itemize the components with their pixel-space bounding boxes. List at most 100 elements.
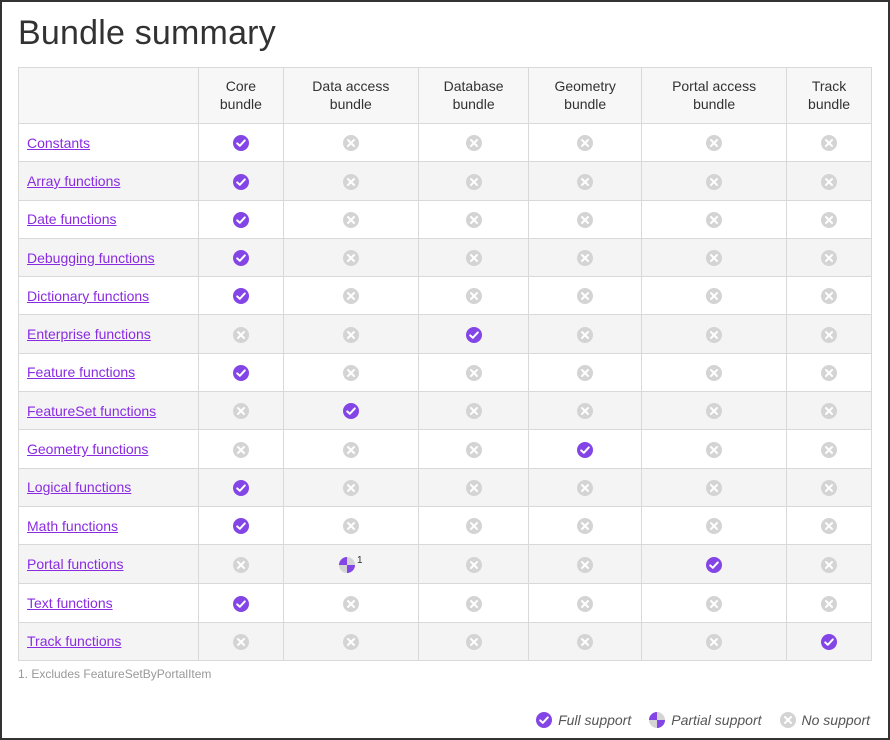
support-cell — [418, 392, 528, 430]
no-support-icon — [343, 596, 359, 612]
table-row: Date functions — [19, 200, 872, 238]
row-link[interactable]: Debugging functions — [27, 250, 155, 266]
support-cell — [642, 162, 787, 200]
no-support-icon — [706, 365, 722, 381]
table-row: FeatureSet functions — [19, 392, 872, 430]
support-cell — [642, 238, 787, 276]
support-cell — [642, 506, 787, 544]
row-link[interactable]: Text functions — [27, 595, 113, 611]
row-link[interactable]: Constants — [27, 135, 90, 151]
row-link[interactable]: Feature functions — [27, 364, 135, 380]
support-cell — [642, 315, 787, 353]
no-support-icon — [466, 442, 482, 458]
support-cell — [642, 277, 787, 315]
no-support-icon — [577, 365, 593, 381]
row-link[interactable]: Geometry functions — [27, 441, 148, 457]
no-support-icon — [233, 403, 249, 419]
table-row: Text functions — [19, 584, 872, 622]
row-link[interactable]: Date functions — [27, 211, 117, 227]
no-support-icon — [233, 327, 249, 343]
row-link[interactable]: Logical functions — [27, 479, 131, 495]
support-cell — [199, 545, 284, 584]
no-support-icon — [821, 212, 837, 228]
no-support-icon — [821, 250, 837, 266]
page-title: Bundle summary — [18, 14, 872, 53]
support-cell — [642, 200, 787, 238]
no-support-icon — [821, 403, 837, 419]
no-support-icon — [343, 135, 359, 151]
row-link[interactable]: Math functions — [27, 518, 118, 534]
no-support-icon — [577, 557, 593, 573]
no-support-icon — [577, 596, 593, 612]
column-header: Portal accessbundle — [642, 68, 787, 124]
support-cell — [283, 353, 418, 391]
support-cell — [529, 315, 642, 353]
support-cell — [418, 124, 528, 162]
support-cell — [529, 584, 642, 622]
no-support-icon — [706, 135, 722, 151]
legend-none: No support — [780, 712, 870, 728]
no-support-icon — [706, 288, 722, 304]
no-support-icon — [343, 480, 359, 496]
row-link[interactable]: Track functions — [27, 633, 121, 649]
legend-full-label: Full support — [558, 712, 631, 728]
legend-full: Full support — [536, 712, 631, 728]
support-cell — [283, 622, 418, 660]
support-cell — [199, 584, 284, 622]
support-cell — [642, 584, 787, 622]
table-corner — [19, 68, 199, 124]
row-link[interactable]: FeatureSet functions — [27, 403, 156, 419]
table-row: Geometry functions — [19, 430, 872, 468]
support-cell — [787, 545, 872, 584]
legend-partial: Partial support — [649, 712, 761, 728]
support-cell — [529, 430, 642, 468]
support-cell — [418, 200, 528, 238]
support-cell — [199, 506, 284, 544]
full-support-icon — [536, 712, 552, 728]
no-support-icon — [343, 518, 359, 534]
partial-support-icon — [649, 712, 665, 728]
no-support-icon — [577, 327, 593, 343]
support-cell — [199, 124, 284, 162]
table-row: Dictionary functions — [19, 277, 872, 315]
support-cell — [787, 315, 872, 353]
support-cell — [787, 622, 872, 660]
no-support-icon — [466, 135, 482, 151]
support-cell — [283, 124, 418, 162]
no-support-icon — [466, 403, 482, 419]
full-support-icon — [233, 480, 249, 496]
support-cell — [529, 392, 642, 430]
support-cell — [418, 545, 528, 584]
partial-support-icon — [339, 557, 355, 573]
row-link[interactable]: Array functions — [27, 173, 120, 189]
support-cell — [283, 315, 418, 353]
support-cell — [199, 277, 284, 315]
support-cell — [529, 200, 642, 238]
support-cell — [529, 506, 642, 544]
footnote: 1. Excludes FeatureSetByPortalItem — [18, 667, 872, 681]
no-support-icon — [706, 634, 722, 650]
support-cell — [199, 315, 284, 353]
row-link[interactable]: Dictionary functions — [27, 288, 149, 304]
column-header: Databasebundle — [418, 68, 528, 124]
support-cell — [418, 622, 528, 660]
row-label-cell: Constants — [19, 124, 199, 162]
no-support-icon — [343, 327, 359, 343]
support-cell — [418, 277, 528, 315]
row-link[interactable]: Portal functions — [27, 556, 124, 572]
no-support-icon — [706, 480, 722, 496]
no-support-icon — [706, 250, 722, 266]
no-support-icon — [821, 557, 837, 573]
support-cell — [283, 238, 418, 276]
full-support-icon — [233, 365, 249, 381]
support-cell — [283, 162, 418, 200]
no-support-icon — [233, 442, 249, 458]
row-link[interactable]: Enterprise functions — [27, 326, 151, 342]
row-label-cell: Logical functions — [19, 468, 199, 506]
no-support-icon — [466, 634, 482, 650]
column-header: Corebundle — [199, 68, 284, 124]
support-cell — [529, 545, 642, 584]
support-cell — [642, 124, 787, 162]
legend-partial-label: Partial support — [671, 712, 761, 728]
table-row: Debugging functions — [19, 238, 872, 276]
